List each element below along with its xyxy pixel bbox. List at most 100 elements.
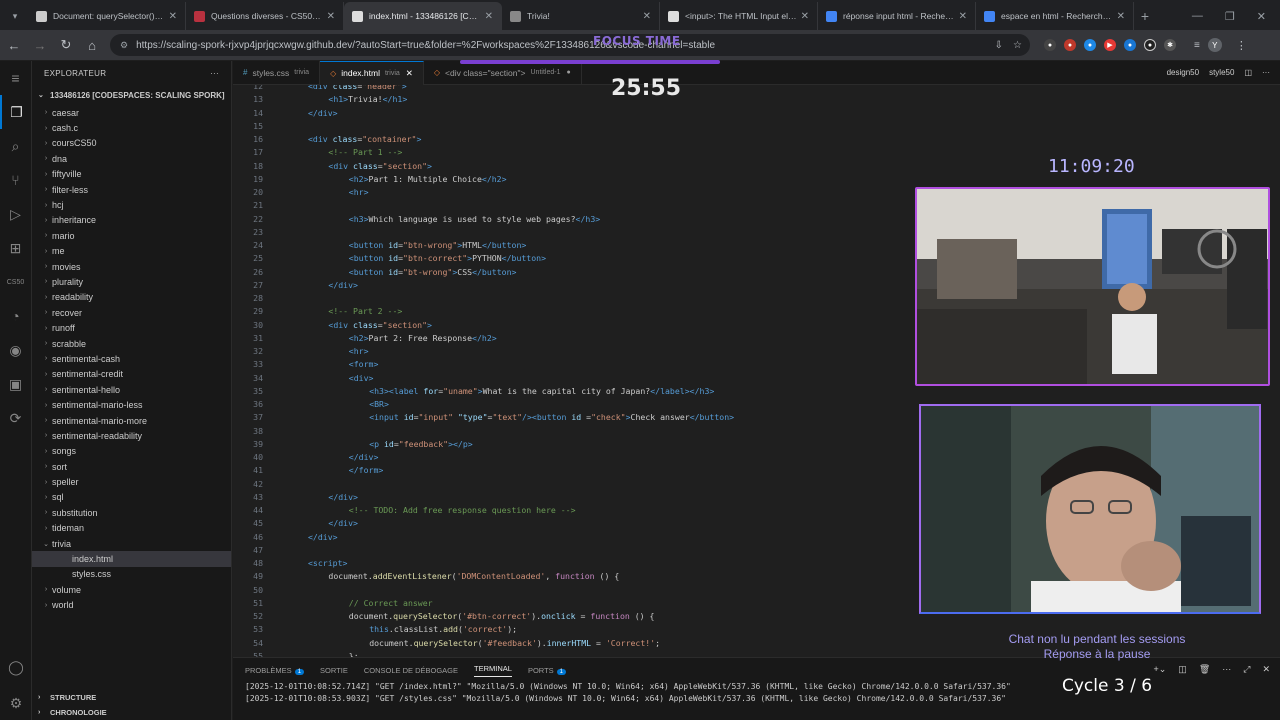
folder-item[interactable]: › sentimental-readability (32, 428, 231, 443)
folder-item[interactable]: › fiftyville (32, 167, 231, 182)
extensions-icon[interactable]: ⊞ (0, 231, 31, 265)
bookmark-star-icon[interactable]: ☆ (1013, 40, 1022, 51)
account-icon[interactable]: ◯ (0, 650, 32, 684)
new-terminal-icon[interactable]: +⌄ (1154, 664, 1167, 675)
editor-tab[interactable]: # styles.css trivia (233, 60, 321, 85)
remote-icon[interactable]: ⟳ (0, 401, 31, 435)
install-app-icon[interactable]: ⇩ (995, 40, 1003, 51)
browser-tab[interactable]: Document: querySelector() met ✕ (28, 2, 186, 30)
panel-tab[interactable]: CONSOLE DE DÉBOGAGE (364, 666, 458, 675)
extension-icon[interactable]: ● (1124, 39, 1136, 51)
panel-tab[interactable]: TERMINAL (474, 664, 512, 677)
split-terminal-icon[interactable]: ◫ (1178, 664, 1187, 675)
editor-tab[interactable]: ◇ index.html trivia ✕ (320, 60, 424, 85)
folder-item[interactable]: › sentimental-credit (32, 367, 231, 382)
address-bar[interactable]: ⚙ https://scaling-spork-rjxvp4jprjqcxwgw… (110, 34, 1030, 56)
folder-item[interactable]: › hcj (32, 197, 231, 212)
more-actions-icon[interactable]: ··· (210, 69, 219, 78)
new-tab-icon[interactable]: + (1134, 2, 1156, 30)
kill-terminal-icon[interactable]: 🗑 (1199, 664, 1210, 675)
folder-item[interactable]: › runoff (32, 320, 231, 335)
panel-tab[interactable]: PROBLÈMES 1 (245, 666, 305, 675)
back-icon[interactable]: ← (2, 33, 26, 57)
folder-item[interactable]: › mario (32, 228, 231, 243)
folder-item[interactable]: › me (32, 244, 231, 259)
extension-icon[interactable]: ● (1084, 39, 1096, 51)
close-panel-icon[interactable]: ✕ (1262, 664, 1270, 675)
folder-item[interactable]: › caesar (32, 105, 231, 120)
folder-item[interactable]: › inheritance (32, 213, 231, 228)
close-tab-icon[interactable]: ✕ (406, 68, 413, 79)
folder-item[interactable]: › recover (32, 305, 231, 320)
source-control-icon[interactable]: ⑂ (0, 163, 31, 197)
home-icon[interactable]: ⌂ (80, 33, 104, 57)
file-item[interactable]: index.html (32, 551, 231, 567)
folder-item[interactable]: › speller (32, 474, 231, 489)
profile-avatar[interactable]: Y (1207, 38, 1222, 52)
folder-item[interactable]: › sort (32, 459, 231, 474)
panel-tab[interactable]: SORTIE (320, 666, 348, 675)
folder-item[interactable]: › sentimental-mario-less (32, 397, 231, 412)
folder-item[interactable]: › movies (32, 259, 231, 274)
menu-icon[interactable]: ≡ (0, 61, 31, 95)
close-tab-icon[interactable]: ✕ (485, 11, 493, 22)
editor-tab[interactable]: ◇ <div class="section"> Untitled-1 ● (424, 60, 582, 85)
browser-tab[interactable]: Trivia! ✕ (502, 2, 660, 30)
close-tab-icon[interactable]: ✕ (959, 11, 967, 22)
extension-icon[interactable]: ▶ (1104, 39, 1116, 51)
browser-tab[interactable]: index.html - 133486126 [Code ✕ (344, 2, 502, 30)
site-info-icon[interactable]: ⚙ (120, 40, 128, 51)
folder-item[interactable]: › volume (32, 582, 231, 597)
folder-item[interactable]: › filter-less (32, 182, 231, 197)
browser-tab[interactable]: Questions diverses - CS50x 20 ✕ (186, 2, 344, 30)
tab-search-icon[interactable]: ▾ (4, 5, 26, 27)
browser-menu-icon[interactable]: ⋮ (1236, 39, 1247, 52)
settings-gear-icon[interactable]: ⚙ (0, 686, 32, 720)
folder-item[interactable]: › songs (32, 444, 231, 459)
timeline-section[interactable]: › CHRONOLOGIE (32, 705, 232, 720)
folder-item[interactable]: › plurality (32, 274, 231, 289)
folder-item[interactable]: › coursCS50 (32, 136, 231, 151)
style50-button[interactable]: style50 (1209, 68, 1234, 77)
close-tab-icon[interactable]: ✕ (801, 11, 809, 22)
folder-item[interactable]: › readability (32, 290, 231, 305)
close-tab-icon[interactable]: ✕ (643, 11, 651, 22)
close-tab-icon[interactable]: ✕ (169, 11, 177, 22)
containers-icon[interactable]: ▣ (0, 367, 31, 401)
browser-tab[interactable]: <input>: The HTML Input elem ✕ (660, 2, 818, 30)
cs50-icon[interactable]: CS50 (0, 265, 31, 299)
duck-icon[interactable]: ◔ (0, 299, 31, 333)
folder-item[interactable]: › sentimental-cash (32, 351, 231, 366)
code-view[interactable]: 12 <div class="header"> 13 <h1>Trivia!</h1>… (233, 85, 913, 657)
close-tab-icon[interactable]: ✕ (327, 11, 335, 22)
split-editor-icon[interactable]: ◫ (1244, 68, 1252, 77)
github-icon[interactable]: ◉ (0, 333, 31, 367)
folder-item[interactable]: › sentimental-mario-more (32, 413, 231, 428)
run-debug-icon[interactable]: ▷ (0, 197, 31, 231)
reload-icon[interactable]: ↻ (54, 33, 78, 57)
folder-item[interactable]: › cash.c (32, 120, 231, 135)
browser-tab[interactable]: réponse input html - Recherche ✕ (818, 2, 976, 30)
folder-item[interactable]: ⌄ trivia (32, 536, 231, 551)
browser-tab[interactable]: espace en html - Recherche Go ✕ (976, 2, 1134, 30)
maximize-icon[interactable]: ❐ (1225, 10, 1235, 23)
close-window-icon[interactable]: ✕ (1257, 10, 1266, 23)
folder-item[interactable]: › sentimental-hello (32, 382, 231, 397)
workspace-root[interactable]: ⌄ 133486126 [CODESPACES: SCALING SPORK] (32, 85, 231, 105)
extensions-puzzle-icon[interactable]: ✱ (1164, 39, 1176, 51)
minimize-icon[interactable]: — (1192, 10, 1203, 22)
folder-item[interactable]: › substitution (32, 505, 231, 520)
explorer-icon[interactable]: ❐ (0, 95, 31, 129)
extension-icon[interactable]: ● (1144, 39, 1156, 51)
maximize-panel-icon[interactable]: ⤢ (1243, 664, 1250, 675)
extension-icon[interactable]: ● (1064, 39, 1076, 51)
forward-icon[interactable]: → (28, 33, 52, 57)
reading-list-icon[interactable]: ≡ (1194, 40, 1200, 51)
editor-more-icon[interactable]: ··· (1262, 68, 1270, 77)
folder-item[interactable]: › tideman (32, 521, 231, 536)
folder-item[interactable]: › world (32, 598, 231, 613)
outline-section[interactable]: › STRUCTURE (32, 690, 232, 705)
panel-more-icon[interactable]: ··· (1222, 664, 1231, 675)
folder-item[interactable]: › sql (32, 490, 231, 505)
file-item[interactable]: styles.css (32, 567, 231, 582)
